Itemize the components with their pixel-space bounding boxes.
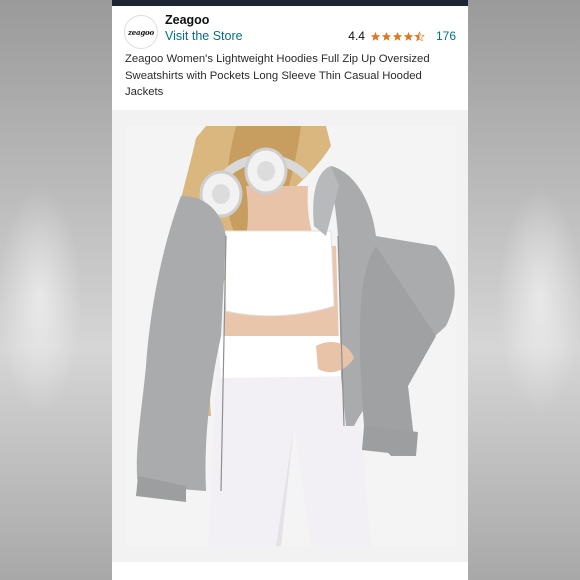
store-logo[interactable]: zeagoo <box>124 15 158 49</box>
bottom-spacer <box>112 562 468 580</box>
product-photo[interactable] <box>126 126 456 546</box>
product-screen: zeagoo Zeagoo Visit the Store 4.4 176 Ze… <box>112 0 468 580</box>
star-icon <box>403 31 414 41</box>
rating-value: 4.4 <box>348 29 365 43</box>
visit-store-link[interactable]: Visit the Store <box>165 29 243 43</box>
product-header: zeagoo Zeagoo Visit the Store 4.4 176 Ze… <box>112 6 468 110</box>
rating-summary[interactable]: 4.4 176 <box>348 28 456 44</box>
rating-count[interactable]: 176 <box>436 29 456 43</box>
star-icon <box>370 31 381 41</box>
store-logo-text: zeagoo <box>128 27 154 37</box>
star-icon <box>392 31 403 41</box>
star-icon <box>381 31 392 41</box>
product-image-area[interactable] <box>112 110 468 562</box>
star-rating <box>370 30 425 42</box>
product-title: Zeagoo Women's Lightweight Hoodies Full … <box>125 53 430 98</box>
hoodie-model-illustration <box>126 126 456 546</box>
half-star-icon <box>414 30 425 41</box>
store-name: Zeagoo <box>165 13 210 27</box>
